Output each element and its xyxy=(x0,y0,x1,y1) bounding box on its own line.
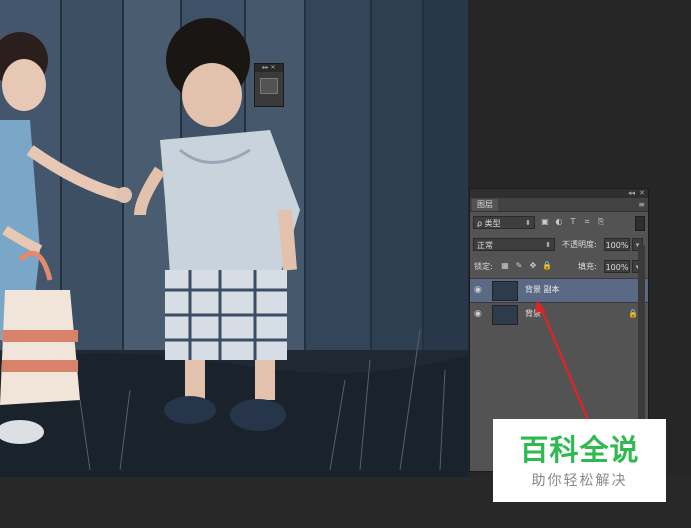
red-arrow xyxy=(538,304,590,421)
watermark-logo: 百科全说 助你轻松解决 xyxy=(493,419,666,502)
watermark-title: 百科全说 xyxy=(519,433,640,467)
watermark-subtitle: 助你轻松解决 xyxy=(531,473,628,489)
red-arrow-head xyxy=(535,300,546,313)
